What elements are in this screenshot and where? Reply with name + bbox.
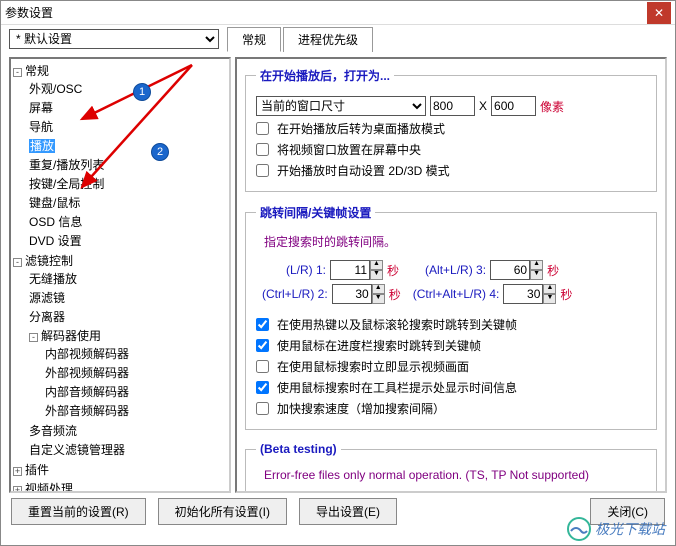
cb-skip-keyframe[interactable] [458,491,471,494]
up-icon[interactable]: ▲ [372,284,385,294]
up-icon[interactable]: ▲ [530,260,543,270]
tree-item[interactable]: 插件 [25,463,49,477]
down-icon[interactable]: ▼ [530,270,543,280]
tree-item[interactable]: 内部视频解码器 [45,347,129,361]
tree-item[interactable]: 解码器使用 [41,329,101,343]
cal-label: (Ctrl+Alt+L/R) 4: [413,287,500,301]
cb-center-screen[interactable] [256,143,269,156]
tree-item[interactable]: 源滤镜 [29,291,65,305]
x-label: X [479,99,487,113]
logo-icon [567,517,591,541]
seek-note: 指定搜索时的跳转间隔。 [264,233,646,250]
tree-item-playback[interactable]: 播放 [29,139,55,153]
export-button[interactable]: 导出设置(E) [299,498,397,525]
height-input[interactable] [491,96,536,116]
watermark: 极光下载站 [567,517,665,541]
cb-tooltip-time[interactable] [256,381,269,394]
px-label: 像素 [540,98,564,115]
tree-item[interactable]: 无缝播放 [29,272,77,286]
tree-item[interactable]: 视频处理 [25,482,73,493]
tree-item[interactable]: DVD 设置 [29,234,82,248]
expand-icon[interactable]: - [13,258,22,267]
tree-pane[interactable]: 1 2 -常规 外观/OSC 屏幕 导航 播放 重复/播放列表 按键/全局控制 … [9,57,231,493]
titlebar: 参数设置 ✕ [1,1,675,25]
lr1-input[interactable] [330,260,370,280]
cal-input[interactable] [503,284,543,304]
up-icon[interactable]: ▲ [370,260,383,270]
tabs: 常规 进程优先级 [227,27,375,52]
tree-item[interactable]: 外观/OSC [29,82,82,96]
expand-icon[interactable]: + [13,486,22,493]
init-button[interactable]: 初始化所有设置(I) [158,498,287,525]
reset-button[interactable]: 重置当前的设置(R) [11,498,146,525]
tree-item[interactable]: 多音频流 [29,424,77,438]
content-pane: 在开始播放后，打开为... 当前的窗口尺寸 X 像素 在开始播放后转为桌面播放模… [235,57,667,493]
ctrl-input[interactable] [332,284,372,304]
group-legend: 跳转间隔/关键帧设置 [256,204,375,221]
tree-item[interactable]: 分离器 [29,310,65,324]
close-icon[interactable]: ✕ [647,2,671,24]
down-icon[interactable]: ▼ [543,294,556,304]
tree-item[interactable]: 内部音频解码器 [45,385,129,399]
expand-icon[interactable]: + [13,467,22,476]
ctrl-label: (Ctrl+L/R) 2: [262,287,328,301]
tree-item[interactable]: 键盘/鼠标 [29,196,80,210]
preset-select[interactable]: * 默认设置 [9,29,219,49]
tree-item[interactable]: OSD 信息 [29,215,82,229]
cb-keyframe-hotkey[interactable] [256,318,269,331]
window-title: 参数设置 [5,4,647,21]
tab-priority[interactable]: 进程优先级 [283,27,373,52]
down-icon[interactable]: ▼ [372,294,385,304]
tree-filter[interactable]: 滤镜控制 [25,254,73,268]
tab-general[interactable]: 常规 [227,27,281,52]
up-icon[interactable]: ▲ [543,284,556,294]
annotation-2: 2 [151,143,169,161]
cb-mouse-seek-frame[interactable] [256,360,269,373]
cb-auto-3d[interactable] [256,164,269,177]
tree-item[interactable]: 导航 [29,120,53,134]
expand-icon[interactable]: - [13,68,22,77]
alt-label: (Alt+L/R) 3: [425,263,486,277]
tree-item[interactable]: 屏幕 [29,101,53,115]
tree-item[interactable]: 重复/播放列表 [29,158,104,172]
beta-group: (Beta testing) Error-free files only nor… [245,442,657,493]
lr1-label: (L/R) 1: [286,263,326,277]
tree-item[interactable]: 自定义滤镜管理器 [29,443,125,457]
width-input[interactable] [430,96,475,116]
cb-keyframe-progress[interactable] [256,339,269,352]
seek-group: 跳转间隔/关键帧设置 指定搜索时的跳转间隔。 (L/R) 1: ▲▼ 秒 (Al… [245,204,657,430]
alt-input[interactable] [490,260,530,280]
tree-item[interactable]: 外部视频解码器 [45,366,129,380]
cb-skip1frame[interactable] [256,491,269,494]
settings-tree[interactable]: -常规 外观/OSC 屏幕 导航 播放 重复/播放列表 按键/全局控制 键盘/鼠… [13,61,227,493]
tree-item[interactable]: 外部音频解码器 [45,404,129,418]
cb-desktop-mode[interactable] [256,122,269,135]
open-after-play-group: 在开始播放后，打开为... 当前的窗口尺寸 X 像素 在开始播放后转为桌面播放模… [245,67,657,192]
group-legend: (Beta testing) [256,442,341,456]
beta-note: Error-free files only normal operation. … [264,468,646,482]
expand-icon[interactable]: - [29,333,38,342]
down-icon[interactable]: ▼ [370,270,383,280]
tree-item[interactable]: 按键/全局控制 [29,177,104,191]
group-legend: 在开始播放后，打开为... [256,67,394,84]
cb-fast-seek[interactable] [256,402,269,415]
tree-general[interactable]: 常规 [25,64,49,78]
window-size-select[interactable]: 当前的窗口尺寸 [256,96,426,116]
annotation-1: 1 [133,83,151,101]
